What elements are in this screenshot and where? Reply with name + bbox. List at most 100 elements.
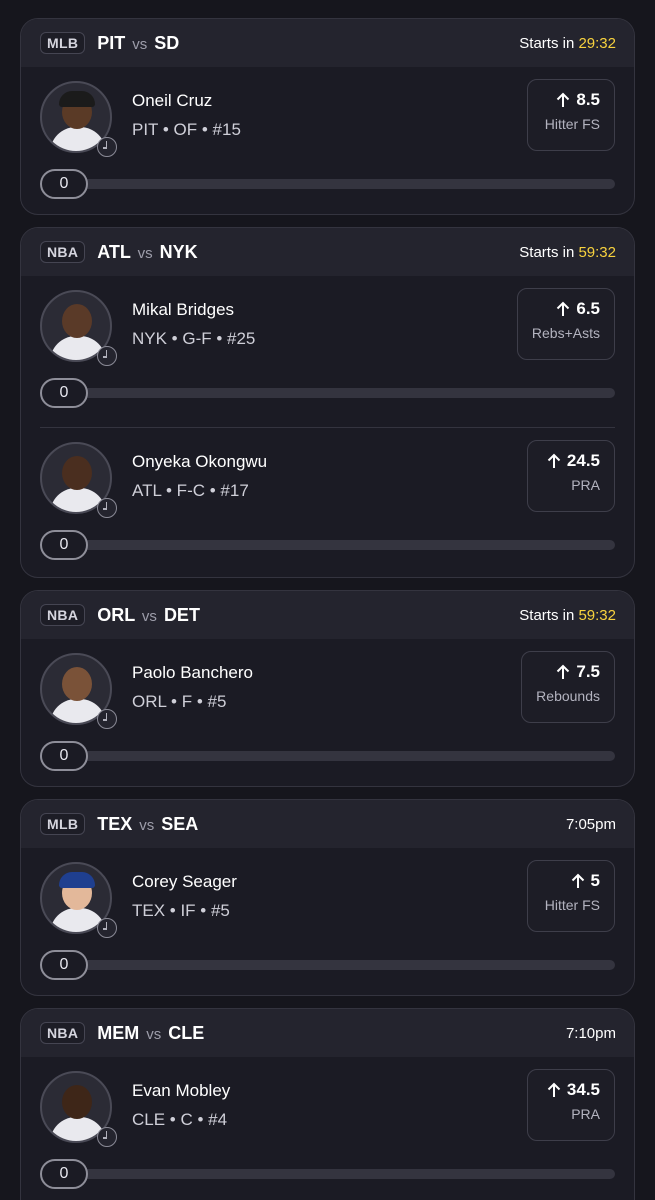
player-meta: ATL • F-C • #17	[132, 481, 249, 500]
player-meta: ORL • F • #5	[132, 692, 227, 711]
prop-line-button[interactable]: 5 Hitter FS	[527, 860, 615, 932]
league-badge: NBA	[40, 604, 86, 626]
arrow-up-icon	[557, 92, 570, 107]
arrow-up-icon	[571, 873, 584, 888]
matchup: TEX vs SEA	[97, 814, 198, 835]
progress-bar: 0	[40, 950, 615, 980]
start-time: 7:10pm	[566, 1025, 616, 1042]
prop-stat-label: Rebounds	[536, 688, 600, 704]
countdown: 59:32	[578, 243, 616, 261]
prop-line-value: 34.5	[566, 1080, 600, 1099]
game-header: NBA ORL vs DET Starts in 59:32	[21, 591, 634, 639]
matchup: ORL vs DET	[97, 605, 200, 626]
start-time: Starts in 59:32	[519, 607, 616, 624]
league-badge: MLB	[40, 813, 86, 835]
clock-icon	[97, 498, 117, 518]
player-props-feed: MLB PIT vs SD Starts in 29:32 Oneil Cruz…	[0, 0, 655, 1200]
team-home: MEM	[97, 1022, 140, 1043]
player-name: Oneil Cruz	[132, 91, 213, 110]
vs-label: vs	[141, 607, 157, 625]
arrow-up-icon	[557, 301, 570, 316]
player-name: Onyeka Okongwu	[132, 452, 268, 471]
clock-icon	[97, 346, 117, 366]
vs-label: vs	[146, 1025, 162, 1043]
game-card[interactable]: MLB TEX vs SEA 7:05pm Corey Seager TEX •…	[20, 799, 635, 996]
arrow-up-icon	[547, 453, 561, 468]
game-card[interactable]: NBA ATL vs NYK Starts in 59:32 Mikal Bri…	[20, 227, 635, 578]
team-away: NYK	[159, 241, 198, 262]
progress-track	[60, 960, 615, 970]
vs-label: vs	[139, 816, 155, 834]
player-name: Corey Seager	[132, 872, 237, 891]
progress-value: 0	[40, 378, 88, 408]
player-name: Paolo Banchero	[132, 663, 253, 682]
player-row[interactable]: Oneil Cruz PIT • OF • #15 8.5 Hitter FS …	[21, 67, 634, 214]
vs-label: vs	[132, 35, 148, 53]
matchup: PIT vs SD	[97, 33, 179, 54]
prop-line-value: 7.5	[576, 662, 600, 681]
progress-value: 0	[40, 950, 88, 980]
prop-line-button[interactable]: 24.5 PRA	[527, 440, 615, 512]
player-meta: TEX • IF • #5	[132, 901, 230, 920]
progress-track	[60, 388, 615, 398]
team-away: CLE	[168, 1022, 205, 1043]
progress-value: 0	[40, 530, 88, 560]
start-time-prefix: Starts in	[519, 243, 579, 261]
player-meta: PIT • OF • #15	[132, 120, 241, 139]
prop-line-button[interactable]: 34.5 PRA	[527, 1069, 615, 1141]
game-card[interactable]: NBA ORL vs DET Starts in 59:32 Paolo Ban…	[20, 590, 635, 787]
prop-line-button[interactable]: 8.5 Hitter FS	[527, 79, 615, 151]
player-row[interactable]: Paolo Banchero ORL • F • #5 7.5 Rebounds…	[21, 639, 634, 786]
prop-line-button[interactable]: 7.5 Rebounds	[521, 651, 615, 723]
game-card[interactable]: MLB PIT vs SD Starts in 29:32 Oneil Cruz…	[20, 18, 635, 215]
player-meta: NYK • G-F • #25	[132, 329, 256, 348]
team-home: ORL	[97, 604, 135, 625]
progress-bar: 0	[40, 378, 615, 408]
countdown: 59:32	[578, 606, 616, 624]
prop-stat-label: PRA	[571, 477, 600, 493]
clock-icon	[97, 918, 117, 938]
progress-value: 0	[40, 1159, 88, 1189]
team-away: SD	[154, 32, 180, 53]
game-card[interactable]: NBA MEM vs CLE 7:10pm Evan Mobley CLE • …	[20, 1008, 635, 1200]
team-away: DET	[163, 604, 200, 625]
start-time-prefix: Starts in	[519, 606, 579, 624]
progress-track	[60, 751, 615, 761]
start-time: Starts in 29:32	[519, 35, 616, 52]
player-meta: CLE • C • #4	[132, 1110, 228, 1129]
game-time: 7:10pm	[565, 1024, 616, 1042]
prop-line-value: 8.5	[576, 90, 600, 109]
matchup: MEM vs CLE	[97, 1023, 204, 1044]
prop-line-value: 24.5	[566, 451, 600, 470]
countdown: 29:32	[578, 34, 616, 52]
clock-icon	[97, 709, 117, 729]
team-away: SEA	[161, 813, 199, 834]
league-badge: MLB	[40, 32, 86, 54]
progress-track	[60, 1169, 615, 1179]
prop-line-button[interactable]: 6.5 Rebs+Asts	[516, 288, 615, 360]
progress-bar: 0	[40, 1159, 615, 1189]
prop-stat-label: Rebs+Asts	[531, 325, 600, 341]
team-home: TEX	[97, 813, 133, 834]
progress-bar: 0	[40, 530, 615, 560]
start-time: 7:05pm	[566, 816, 616, 833]
vs-label: vs	[137, 244, 153, 262]
player-name: Mikal Bridges	[132, 300, 235, 319]
game-header: MLB TEX vs SEA 7:05pm	[21, 800, 634, 848]
arrow-up-icon	[547, 1082, 561, 1097]
player-row[interactable]: Mikal Bridges NYK • G-F • #25 6.5 Rebs+A…	[21, 276, 634, 427]
player-row[interactable]: Evan Mobley CLE • C • #4 34.5 PRA 0	[21, 1057, 634, 1200]
progress-bar: 0	[40, 741, 615, 771]
arrow-up-icon	[557, 664, 570, 679]
game-time: 7:05pm	[565, 815, 616, 833]
matchup: ATL vs NYK	[97, 242, 197, 263]
prop-stat-label: Hitter FS	[544, 897, 600, 913]
player-row[interactable]: Corey Seager TEX • IF • #5 5 Hitter FS 0	[21, 848, 634, 995]
player-row[interactable]: Onyeka Okongwu ATL • F-C • #17 24.5 PRA …	[40, 427, 615, 577]
progress-value: 0	[40, 741, 88, 771]
game-header: NBA MEM vs CLE 7:10pm	[21, 1009, 634, 1057]
prop-stat-label: PRA	[571, 1106, 600, 1122]
prop-line-value: 6.5	[576, 299, 600, 318]
team-home: PIT	[97, 32, 126, 53]
team-home: ATL	[97, 241, 131, 262]
